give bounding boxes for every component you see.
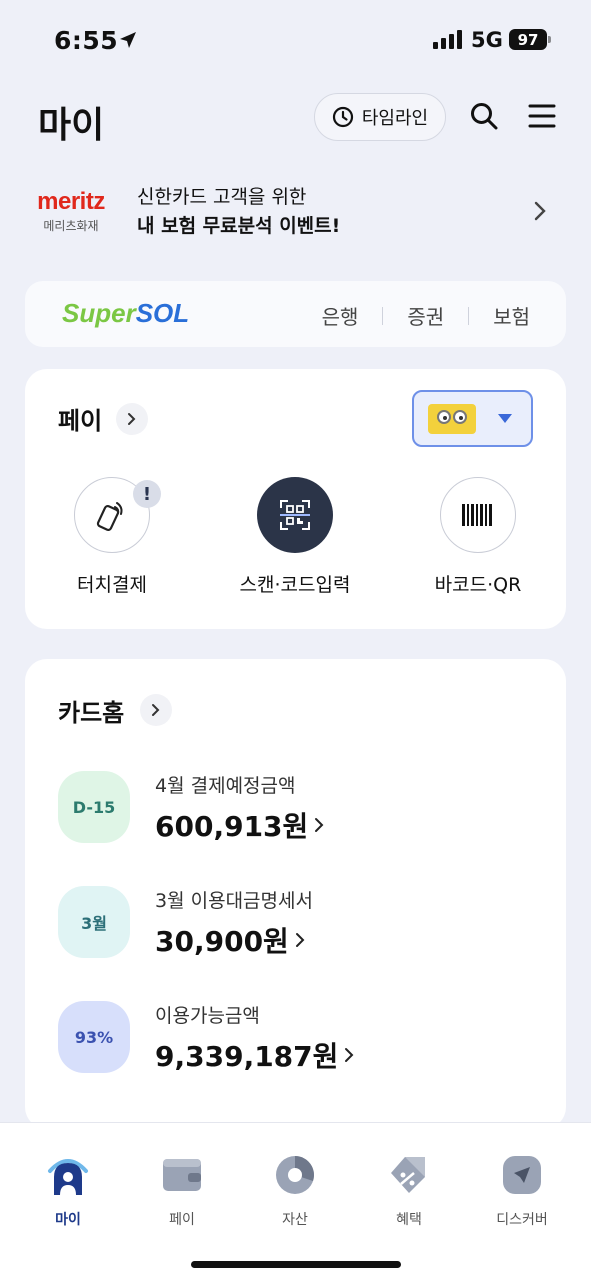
pay-chevron[interactable] [116, 403, 148, 435]
divider [382, 306, 384, 325]
qr-scan-icon [280, 500, 310, 530]
d-day-badge: D-15 [58, 771, 130, 843]
available-limit-row[interactable]: 93% 이용가능금액 9,339,187원 [58, 1001, 538, 1077]
pay-title[interactable]: 페이 [58, 401, 102, 436]
row-label: 4월 결제예정금액 [155, 775, 296, 797]
network-type: 5G [471, 28, 503, 52]
timeline-label: 타임라인 [361, 108, 429, 129]
pay-action-label: 스캔·코드입력 [239, 574, 351, 596]
card-thumbnail [428, 404, 476, 434]
nav-benefits[interactable]: 혜택 [359, 1153, 459, 1229]
page-title: 마이 [38, 105, 105, 146]
supersol-bar: SuperSOL 은행 증권 보험 [25, 281, 566, 347]
nav-my[interactable]: 마이 [18, 1153, 118, 1229]
timeline-button[interactable]: 타임라인 [314, 93, 446, 141]
location-arrow-icon [120, 32, 136, 48]
barcode-qr-button[interactable]: 바코드·QR [398, 477, 558, 597]
pie-chart-icon [276, 1156, 314, 1194]
nav-discover[interactable]: 디스커버 [472, 1153, 572, 1229]
chevron-right-icon [128, 413, 136, 425]
banner-title: 내 보험 무료분석 이벤트! [137, 215, 341, 237]
chevron-right-icon [345, 1048, 354, 1062]
meritz-logo: meritz 메리츠화재 [37, 188, 105, 233]
chevron-right-icon [295, 933, 305, 947]
link-insurance[interactable]: 보험 [493, 301, 530, 330]
pay-action-label: 터치결제 [77, 574, 147, 596]
wallet-icon [163, 1159, 201, 1191]
nav-label: 마이 [55, 1212, 81, 1228]
promo-banner[interactable]: meritz 메리츠화재 신한카드 고객을 위한 내 보험 무료분석 이벤트! [0, 172, 591, 254]
banner-subtitle: 신한카드 고객을 위한 [137, 186, 307, 208]
pay-card: 페이 ! 터치결제 스캔·코드입력 바코드·QR [25, 369, 566, 629]
card-selector-dropdown[interactable] [412, 390, 533, 447]
supersol-logo[interactable]: SuperSOL [62, 298, 189, 329]
divider [468, 306, 470, 325]
cardhome-title[interactable]: 카드홈 [58, 693, 124, 728]
clock-icon [332, 106, 353, 128]
home-indicator [191, 1261, 401, 1268]
row-amount: 9,339,187원 [155, 1035, 354, 1075]
row-label: 이용가능금액 [155, 1005, 260, 1027]
nav-label: 자산 [282, 1212, 308, 1228]
percent-badge: 93% [58, 1001, 130, 1073]
pay-action-label: 바코드·QR [434, 574, 522, 596]
chevron-right-icon [315, 818, 324, 832]
dropdown-arrow-icon [498, 414, 512, 423]
cardhome-card: 카드홈 D-15 4월 결제예정금액 600,913원 3월 3월 이용대금명세… [25, 659, 566, 1129]
status-bar: 6:55 5G 97 [0, 0, 591, 80]
touch-pay-button[interactable]: ! 터치결제 [32, 477, 192, 597]
nav-pay[interactable]: 페이 [132, 1153, 232, 1229]
link-bank[interactable]: 은행 [322, 301, 359, 330]
compass-icon [503, 1156, 541, 1194]
nav-label: 혜택 [396, 1212, 422, 1228]
statement-row[interactable]: 3월 3월 이용대금명세서 30,900원 [58, 886, 538, 962]
bottom-nav: 마이 페이 자산 혜택 디스커버 [0, 1122, 591, 1280]
nav-label: 디스커버 [496, 1212, 548, 1228]
battery-icon: 97 [509, 29, 551, 50]
menu-icon[interactable] [527, 101, 557, 131]
touch-pay-icon [96, 502, 123, 532]
cardhome-chevron[interactable] [140, 694, 172, 726]
nav-assets[interactable]: 자산 [245, 1153, 345, 1229]
status-time: 6:55 [54, 26, 119, 55]
link-securities[interactable]: 증권 [407, 301, 444, 330]
scan-code-button[interactable]: 스캔·코드입력 [215, 477, 375, 597]
barcode-icon [462, 504, 492, 526]
coupon-tag-icon [391, 1157, 425, 1193]
search-icon[interactable] [469, 101, 499, 131]
alert-badge: ! [133, 480, 161, 508]
nav-label: 페이 [169, 1212, 195, 1228]
chevron-right-icon [534, 201, 546, 221]
row-amount: 30,900원 [155, 920, 305, 960]
row-label: 3월 이용대금명세서 [155, 890, 313, 912]
row-amount: 600,913원 [155, 805, 324, 845]
payment-due-row[interactable]: D-15 4월 결제예정금액 600,913원 [58, 771, 538, 847]
signal-icon [433, 29, 462, 49]
month-badge: 3월 [58, 886, 130, 958]
my-home-icon [48, 1159, 88, 1195]
chevron-right-icon [152, 704, 160, 716]
